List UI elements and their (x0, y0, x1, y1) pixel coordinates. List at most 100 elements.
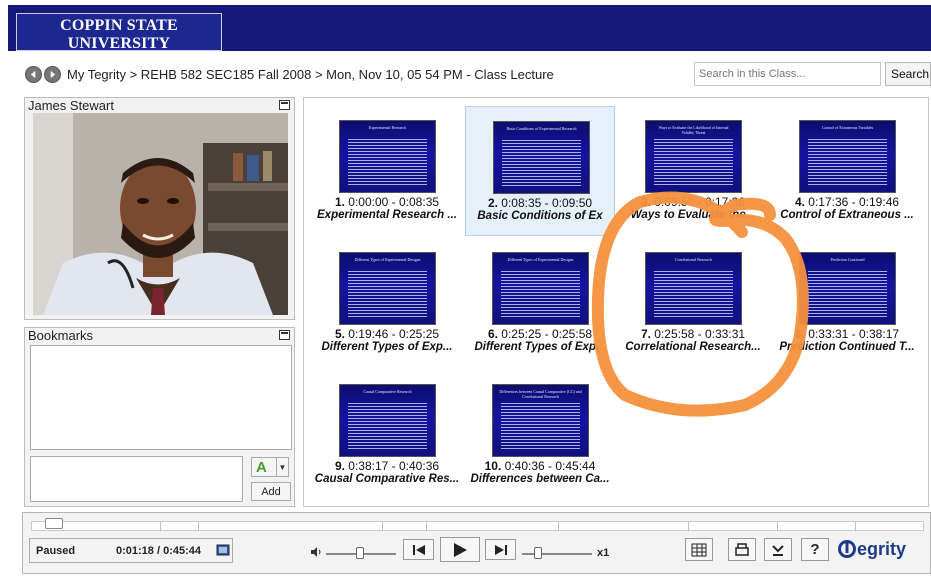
timeline-marker (855, 522, 856, 531)
next-button[interactable] (485, 539, 516, 560)
thumbnail-range: 0:19:46 - 0:25:25 (348, 327, 440, 341)
thumbnail-time-range: 1. 0:00:00 - 0:08:35 (312, 195, 462, 209)
slide-thumbnail[interactable]: Ways to Evaluate the Likelihood of Inter… (618, 106, 768, 236)
slide-thumbnail[interactable]: Experimental Research 1. 0:00:00 - 0:08:3… (312, 106, 462, 236)
slide-body-text (654, 271, 733, 318)
thumbnail-time-range: 6. 0:25:25 - 0:25:58 (465, 327, 615, 341)
thumbnail-index: 2. (487, 196, 498, 210)
bookmarks-panel: Bookmarks A ▼ Add (24, 327, 295, 507)
slide-preview[interactable]: Ways to Evaluate the Likelihood of Inter… (645, 120, 742, 193)
thumbnail-index: 6. (487, 327, 498, 341)
slide-preview[interactable]: Basic Conditions of Experimental Researc… (493, 121, 590, 194)
add-bookmark-button[interactable]: Add (251, 482, 291, 501)
slide-preview[interactable]: Causal Comparative Research (339, 384, 436, 457)
previous-button[interactable] (403, 539, 434, 560)
tegrity-window: COPPIN STATE UNIVERSITY ESTABLISHED 1900… (0, 0, 931, 577)
volume-icon[interactable] (310, 546, 322, 558)
slide-body-text (808, 139, 887, 186)
chevron-down-icon[interactable]: ▼ (276, 458, 288, 476)
thumbnail-time-range: 4. 0:17:36 - 0:19:46 (772, 195, 922, 209)
slide-thumbnail[interactable]: Control of Extraneous Variables 4. 0:17:3… (772, 106, 922, 236)
thumbnail-range: 0:09:50 - 0:17:36 (654, 195, 746, 209)
thumbnail-time-range: 9. 0:38:17 - 0:40:36 (312, 459, 462, 473)
slide-thumbnail[interactable]: Correlational Research 7. 0:25:58 - 0:33:… (618, 238, 768, 368)
presenter-name: James Stewart (28, 98, 114, 113)
search-button[interactable]: Search (885, 62, 931, 86)
site-header: COPPIN STATE UNIVERSITY ESTABLISHED 1900 (8, 5, 931, 65)
slide-heading: Correlational Research (675, 257, 712, 262)
slide-preview[interactable]: Correlational Research (645, 252, 742, 325)
thumbnail-title[interactable]: Correlational Research... (618, 341, 768, 353)
slide-preview[interactable]: Differences between Causal Comparative (… (492, 384, 589, 457)
print-button[interactable] (728, 538, 756, 561)
speed-slider[interactable] (522, 553, 592, 555)
minimize-icon[interactable] (279, 100, 290, 110)
time-readout: 0:01:18 / 0:45:44 (116, 545, 201, 557)
help-button[interactable]: ? (801, 538, 829, 561)
grid-icon (691, 543, 707, 556)
status-label: Paused (36, 545, 76, 557)
slide-preview[interactable]: Prediction Continued (799, 252, 896, 325)
university-logo[interactable]: COPPIN STATE UNIVERSITY ESTABLISHED 1900 (16, 13, 222, 65)
slide-body-text (348, 139, 427, 186)
timeline-marker (198, 522, 199, 531)
bookmark-text-input[interactable] (30, 456, 243, 502)
slide-body-text (348, 271, 427, 318)
navigation-bar: My Tegrity > REHB 582 SEC185 Fall 2008 >… (25, 64, 554, 84)
thumbnail-title[interactable]: Prediction Continued T... (772, 341, 922, 353)
thumbnail-title[interactable]: Ways to Evaluate the... (618, 209, 768, 221)
skip-back-icon (412, 544, 425, 555)
thumbnail-view-button[interactable] (685, 538, 713, 561)
timeline-bar[interactable] (31, 521, 924, 531)
chevron-down-icon (772, 544, 784, 556)
slide-preview[interactable]: Experimental Research (339, 120, 436, 193)
slide-preview[interactable]: Control of Extraneous Variables (799, 120, 896, 193)
camera-icon[interactable] (216, 543, 230, 557)
timeline-marker (426, 522, 427, 531)
font-color-icon: A (256, 458, 267, 476)
thumbnail-range: 0:08:35 - 0:09:50 (501, 196, 593, 210)
back-arrow-icon[interactable] (25, 65, 42, 83)
download-button[interactable] (764, 538, 792, 561)
bookmark-list[interactable] (30, 345, 292, 450)
timeline-marker (160, 522, 161, 531)
thumbnail-index: 8. (794, 327, 805, 341)
slide-thumbnail[interactable]: Causal Comparative Research 9. 0:38:17 - … (312, 370, 462, 500)
timeline-marker (688, 522, 689, 531)
thumbnail-index: 10. (484, 459, 502, 473)
speed-knob[interactable] (534, 547, 542, 559)
thumbnail-index: 4. (794, 195, 805, 209)
slide-preview[interactable]: Different Types of Experimental Designs (492, 252, 589, 325)
play-icon (454, 542, 467, 557)
thumbnail-title[interactable]: Causal Comparative Res... (312, 473, 462, 485)
play-button[interactable] (440, 537, 480, 562)
thumbnail-range: 0:17:36 - 0:19:46 (808, 195, 900, 209)
volume-knob[interactable] (356, 547, 364, 559)
slide-thumbnail[interactable]: Different Types of Experimental Designs 5… (312, 238, 462, 368)
minimize-icon[interactable] (279, 330, 290, 340)
search-input[interactable] (694, 62, 881, 86)
slide-thumbnail[interactable]: Prediction Continued 8. 0:33:31 - 0:38:17… (772, 238, 922, 368)
slide-body-text (501, 271, 580, 318)
slide-thumbnail[interactable]: Differences between Causal Comparative (… (465, 370, 615, 500)
breadcrumb[interactable]: My Tegrity > REHB 582 SEC185 Fall 2008 >… (67, 67, 554, 82)
slide-preview[interactable]: Different Types of Experimental Designs (339, 252, 436, 325)
slide-body-text (348, 403, 427, 450)
thumbnail-title[interactable]: Differences between Ca... (465, 473, 615, 485)
bookmarks-title: Bookmarks (28, 328, 94, 343)
thumbnail-title[interactable]: Control of Extraneous ... (772, 209, 922, 221)
timeline-scrubber[interactable] (45, 518, 63, 529)
tegrity-brand: egrity (857, 539, 907, 559)
thumbnail-title[interactable]: Basic Conditions of Ex (466, 210, 614, 222)
text-format-button[interactable]: A ▼ (251, 457, 289, 477)
forward-arrow-icon[interactable] (44, 65, 61, 83)
slide-thumbnail[interactable]: Different Types of Experimental Designs 6… (465, 238, 615, 368)
thumbnail-title[interactable]: Experimental Research ... (312, 209, 462, 221)
thumbnail-time-range: 3. 0:09:50 - 0:17:36 (618, 195, 768, 209)
thumbnail-range: 0:38:17 - 0:40:36 (348, 459, 440, 473)
slide-thumbnail[interactable]: Basic Conditions of Experimental Researc… (465, 106, 615, 236)
thumbnail-index: 9. (334, 459, 345, 473)
thumbnail-title[interactable]: Different Types of Exp... (465, 341, 615, 353)
thumbnail-title[interactable]: Different Types of Exp... (312, 341, 462, 353)
presenter-video[interactable] (33, 113, 288, 315)
